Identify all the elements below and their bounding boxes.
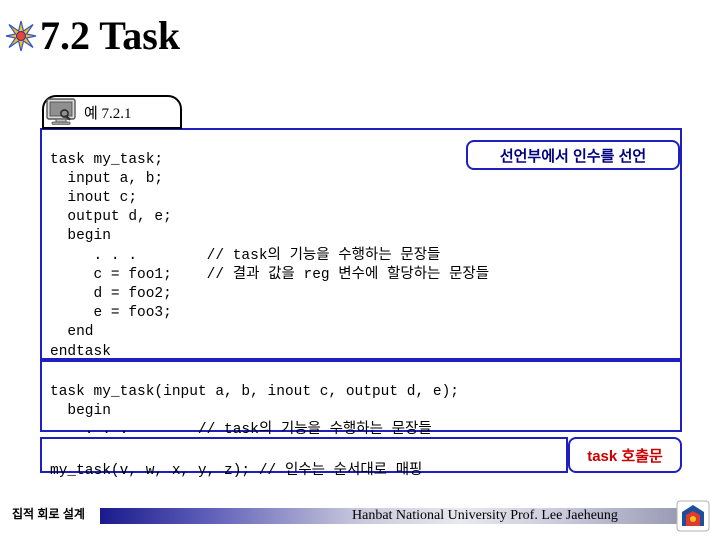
- star-burst-icon: [4, 19, 38, 53]
- code-text: my_task(v, w, x, y, z); // 인수는 순서대로 매핑: [50, 462, 423, 479]
- callout-text: 선언부에서 인수를 선언: [499, 147, 647, 165]
- code-text: task my_task; input a, b; inout c; outpu…: [50, 151, 490, 360]
- callout-declaration-note: 선언부에서 인수를 선언: [466, 140, 680, 170]
- slide-title-row: 7.2 Task: [0, 8, 180, 64]
- university-logo-icon: [676, 500, 710, 532]
- callout-task-call-note: task 호출문: [568, 437, 682, 473]
- footer-course-label: 집적 회로 설계: [12, 507, 85, 521]
- code-text: task my_task(input a, b, inout c, output…: [50, 383, 459, 438]
- monitor-icon: [46, 98, 80, 126]
- footer-credit-text: Hanbat National University Prof. Lee Jae…: [352, 508, 618, 523]
- code-block-task-definition-ansi: task my_task(input a, b, inout c, output…: [40, 360, 682, 438]
- code-block-task-call: my_task(v, w, x, y, z); // 인수는 순서대로 매핑: [40, 437, 568, 479]
- example-label: 예 7.2.1: [84, 105, 132, 122]
- callout-text: task 호출문: [587, 447, 663, 465]
- page-title: 7.2 Task: [40, 13, 181, 58]
- example-tab-badge: 예 7.2.1: [42, 95, 182, 129]
